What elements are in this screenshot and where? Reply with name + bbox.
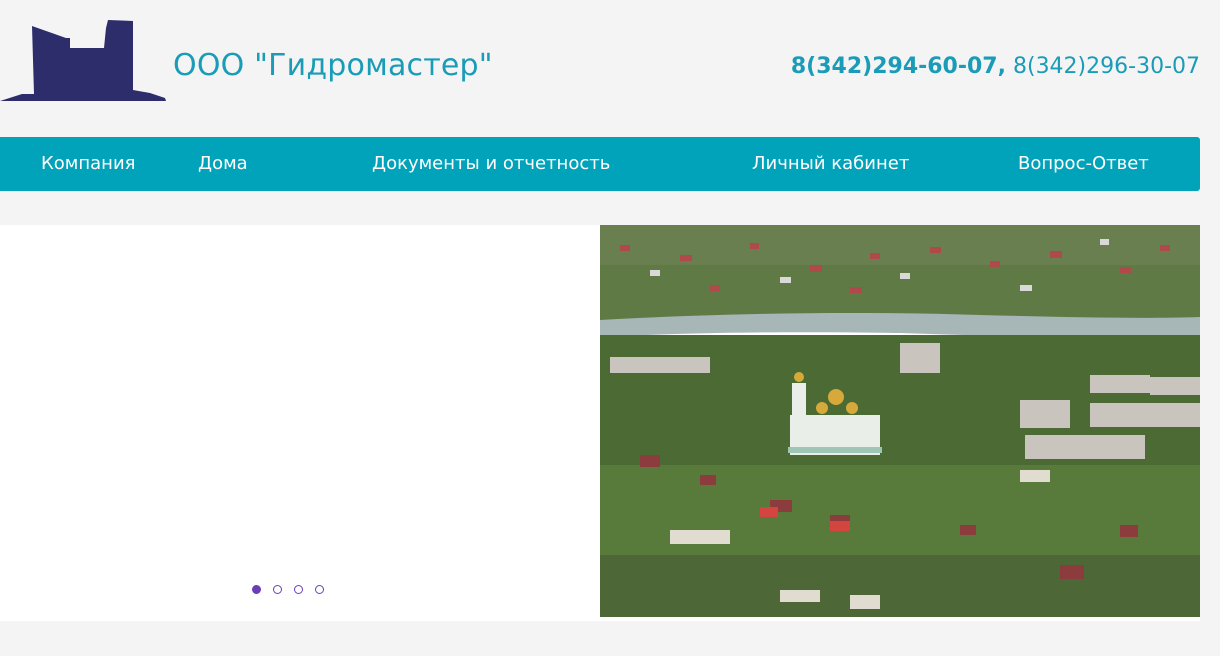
city-buildings-logo-icon[interactable] [0, 18, 168, 104]
main-nav: Компания Дома Документы и отчетность Лич… [0, 137, 1200, 191]
slider-dots [252, 585, 324, 594]
phone-separator: , [997, 54, 1006, 79]
nav-item-account[interactable]: Личный кабинет [752, 137, 909, 191]
site-header: ООО "Гидромастер" 8(342)294-60-07, 8(342… [0, 0, 1220, 130]
slider-dot-2[interactable] [273, 585, 282, 594]
nav-item-documents[interactable]: Документы и отчетность [372, 137, 610, 191]
nav-item-company[interactable]: Компания [41, 137, 135, 191]
hero-slider [0, 225, 1200, 621]
nav-item-houses[interactable]: Дома [198, 137, 248, 191]
slider-dot-3[interactable] [294, 585, 303, 594]
slider-dot-1[interactable] [252, 585, 261, 594]
phone-numbers: 8(342)294-60-07, 8(342)296-30-07 [791, 54, 1200, 79]
slider-dot-4[interactable] [315, 585, 324, 594]
phone-alt[interactable]: 8(342)296-30-07 [1013, 54, 1200, 79]
nav-item-faq[interactable]: Вопрос-Ответ [1018, 137, 1149, 191]
aerial-town-photo [600, 225, 1200, 617]
phone-main[interactable]: 8(342)294-60-07 [791, 54, 998, 79]
slide-text-panel [0, 225, 600, 621]
company-name[interactable]: ООО "Гидромастер" [173, 48, 493, 83]
